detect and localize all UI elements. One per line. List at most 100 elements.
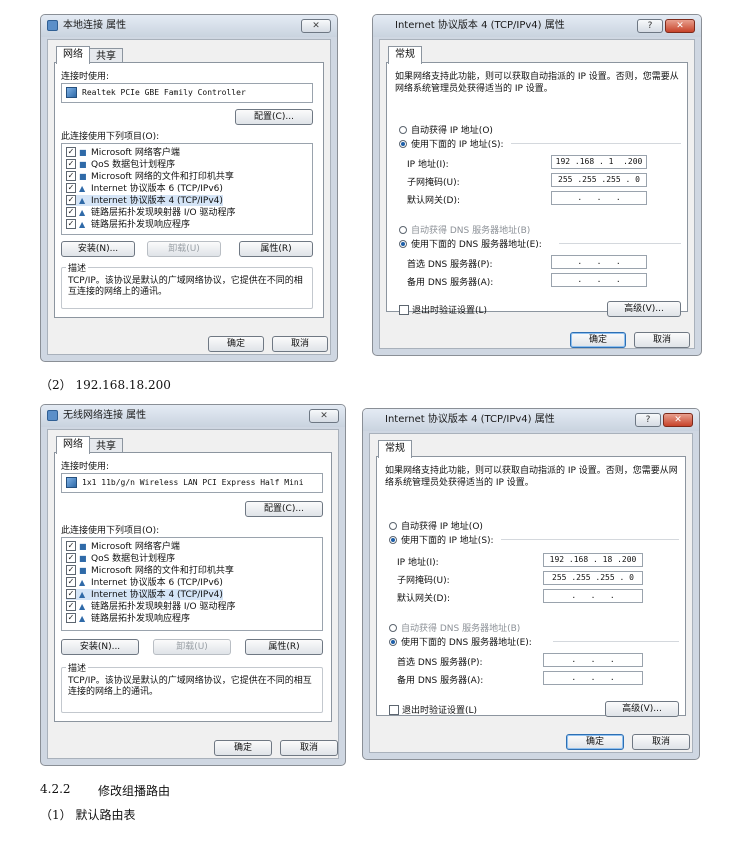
list-item[interactable]: ✓ ▲ Internet 协议版本 6 (TCP/IPv6) (66, 576, 223, 588)
list-item[interactable]: ✓ ■ Microsoft 网络的文件和打印机共享 (66, 564, 234, 576)
ok-button[interactable]: 确定 (570, 332, 626, 348)
gateway-input[interactable]: . . . (543, 589, 643, 603)
cancel-button[interactable]: 取消 (634, 332, 690, 348)
ok-button[interactable]: 确定 (214, 740, 272, 756)
tab-network[interactable]: 网络 (56, 46, 90, 64)
cancel-button[interactable]: 取消 (632, 734, 690, 750)
configure-button[interactable]: 配置(C)... (245, 501, 323, 517)
advanced-button[interactable]: 高级(V)... (605, 701, 679, 717)
alternate-dns-label: 备用 DNS 服务器(A): (407, 278, 494, 288)
checkbox[interactable] (399, 304, 409, 315)
checkbox[interactable]: ✓ (66, 206, 76, 217)
ip-address-input[interactable]: 192 .168 . 1 .200 (551, 155, 647, 169)
help-button[interactable]: ? (635, 413, 661, 427)
preferred-dns-input[interactable]: . . . (551, 255, 647, 269)
checkbox[interactable]: ✓ (66, 600, 76, 611)
manual-ip-option[interactable]: 使用下面的 IP 地址(S): (399, 137, 504, 150)
title-bar[interactable]: 无线网络连接 属性 ✕ (41, 405, 345, 427)
radio-button[interactable] (389, 623, 397, 632)
cancel-button[interactable]: 取消 (272, 336, 328, 352)
items-list[interactable]: ✓ ■ Microsoft 网络客户端 ✓ ■ QoS 数据包计划程序 ✓ ■ Micros… (61, 143, 313, 235)
tab-general[interactable]: 常规 (388, 46, 422, 64)
close-button[interactable]: ✕ (301, 19, 331, 33)
manual-ip-option[interactable]: 使用下面的 IP 地址(S): (389, 533, 494, 546)
manual-dns-option[interactable]: 使用下面的 DNS 服务器地址(E): (389, 635, 532, 648)
subnet-mask-input[interactable]: 255 .255 .255 . 0 (543, 571, 643, 585)
radio-button-selected[interactable] (389, 637, 397, 646)
close-button[interactable]: ✕ (663, 413, 693, 427)
adapter-field: Realtek PCIe GBE Family Controller (61, 83, 313, 103)
checkbox[interactable]: ✓ (66, 146, 76, 157)
list-item-selected[interactable]: ✓ ▲ Internet 协议版本 4 (TCP/IPv4) (66, 588, 223, 600)
uninstall-button[interactable]: 卸载(U) (153, 639, 231, 655)
title-bar[interactable]: Internet 协议版本 4 (TCP/IPv4) 属性 ? ✕ (373, 15, 701, 37)
install-button[interactable]: 安装(N)... (61, 241, 135, 257)
list-item[interactable]: ✓ ■ QoS 数据包计划程序 (66, 552, 175, 564)
auto-dns-option[interactable]: 自动获得 DNS 服务器地址(B) (389, 621, 520, 634)
ok-button[interactable]: 确定 (208, 336, 264, 352)
tab-network[interactable]: 网络 (56, 436, 90, 454)
list-item-selected[interactable]: ✓ ▲ Internet 协议版本 4 (TCP/IPv4) (66, 194, 223, 206)
adapter-icon (66, 87, 77, 98)
radio-button-selected[interactable] (399, 239, 407, 248)
ip-address-input[interactable]: 192 .168 . 18 .200 (543, 553, 643, 567)
dialog-client: 常规 如果网络支持此功能，则可以获取自动指派的 IP 设置。否则，您需要从网络系… (379, 39, 695, 349)
validate-on-exit-option[interactable]: 退出时验证设置(L) (399, 303, 487, 316)
checkbox[interactable]: ✓ (66, 170, 76, 181)
radio-button[interactable] (399, 225, 407, 234)
preferred-dns-input[interactable]: . . . (543, 653, 643, 667)
checkbox[interactable] (389, 704, 399, 715)
protocol-icon: ▲ (79, 614, 86, 623)
checkbox[interactable]: ✓ (66, 552, 76, 563)
alternate-dns-input[interactable]: . . . (551, 273, 647, 287)
title-bar[interactable]: Internet 协议版本 4 (TCP/IPv4) 属性 ? ✕ (363, 409, 699, 431)
list-item[interactable]: ✓ ■ Microsoft 网络的文件和打印机共享 (66, 170, 234, 182)
title-bar[interactable]: 本地连接 属性 ✕ (41, 15, 337, 37)
auto-ip-option[interactable]: 自动获得 IP 地址(O) (399, 123, 493, 136)
radio-button-selected[interactable] (389, 535, 397, 544)
properties-button[interactable]: 属性(R) (245, 639, 323, 655)
gateway-input[interactable]: . . . (551, 191, 647, 205)
close-button[interactable]: ✕ (309, 409, 339, 423)
checkbox[interactable]: ✓ (66, 182, 76, 193)
subnet-mask-input[interactable]: 255 .255 .255 . 0 (551, 173, 647, 187)
auto-ip-option[interactable]: 自动获得 IP 地址(O) (389, 519, 483, 532)
checkbox[interactable]: ✓ (66, 194, 76, 205)
manual-dns-option[interactable]: 使用下面的 DNS 服务器地址(E): (399, 237, 542, 250)
close-button[interactable]: ✕ (665, 19, 695, 33)
list-item[interactable]: ✓ ▲ 链路层拓扑发现映射器 I/O 驱动程序 (66, 600, 236, 612)
list-item[interactable]: ✓ ■ QoS 数据包计划程序 (66, 158, 175, 170)
help-button[interactable]: ? (637, 19, 663, 33)
checkbox[interactable]: ✓ (66, 564, 76, 575)
checkbox[interactable]: ✓ (66, 158, 76, 169)
description-legend: 描述 (66, 661, 89, 674)
configure-button[interactable]: 配置(C)... (235, 109, 313, 125)
cancel-button[interactable]: 取消 (280, 740, 338, 756)
checkbox[interactable]: ✓ (66, 218, 76, 229)
checkbox[interactable]: ✓ (66, 576, 76, 587)
tab-general[interactable]: 常规 (378, 440, 412, 458)
advanced-button[interactable]: 高级(V)... (607, 301, 681, 317)
items-label: 此连接使用下列项目(O): (61, 132, 160, 142)
radio-button[interactable] (389, 521, 397, 530)
uninstall-button[interactable]: 卸载(U) (147, 241, 221, 257)
list-item[interactable]: ✓ ▲ 链路层拓扑发现映射器 I/O 驱动程序 (66, 206, 236, 218)
network-tab-panel: 连接时使用: 1x1 11b/g/n Wireless LAN PCI Expr… (54, 452, 332, 722)
list-item[interactable]: ✓ ▲ Internet 协议版本 6 (TCP/IPv6) (66, 182, 223, 194)
auto-dns-option[interactable]: 自动获得 DNS 服务器地址(B) (399, 223, 530, 236)
install-button[interactable]: 安装(N)... (61, 639, 139, 655)
validate-on-exit-option[interactable]: 退出时验证设置(L) (389, 703, 477, 716)
alternate-dns-input[interactable]: . . . (543, 671, 643, 685)
radio-button[interactable] (399, 125, 407, 134)
checkbox[interactable]: ✓ (66, 612, 76, 623)
list-item[interactable]: ✓ ■ Microsoft 网络客户端 (66, 540, 180, 552)
checkbox[interactable]: ✓ (66, 588, 76, 599)
items-list[interactable]: ✓ ■ Microsoft 网络客户端 ✓ ■ QoS 数据包计划程序 ✓ ■ Micros… (61, 537, 323, 631)
list-item[interactable]: ✓ ▲ 链路层拓扑发现响应程序 (66, 612, 190, 624)
checkbox[interactable]: ✓ (66, 540, 76, 551)
list-item[interactable]: ✓ ▲ 链路层拓扑发现响应程序 (66, 218, 190, 230)
radio-button-selected[interactable] (399, 139, 407, 148)
list-item[interactable]: ✓ ■ Microsoft 网络客户端 (66, 146, 180, 158)
properties-button[interactable]: 属性(R) (239, 241, 313, 257)
ok-button[interactable]: 确定 (566, 734, 624, 750)
